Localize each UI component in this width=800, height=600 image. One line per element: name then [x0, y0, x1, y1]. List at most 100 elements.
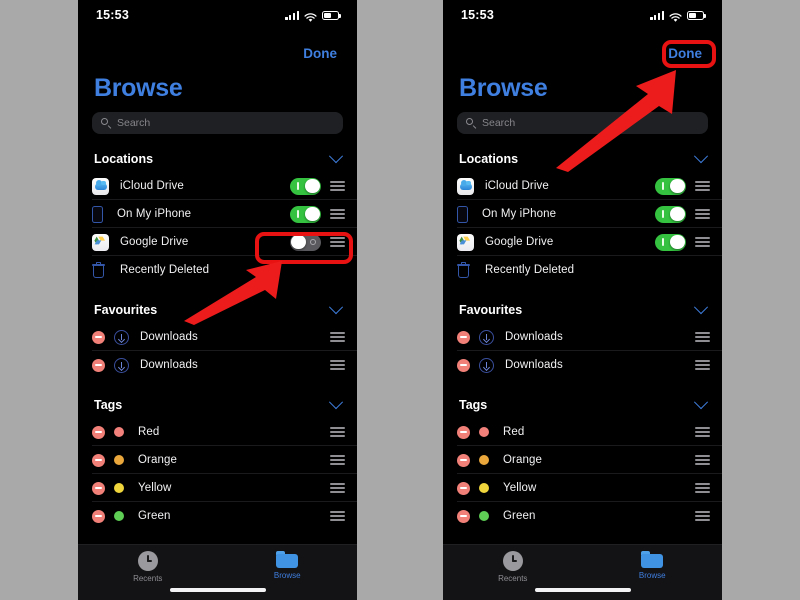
remove-minus-icon[interactable] [92, 481, 105, 495]
reorder-handle-icon[interactable] [695, 455, 710, 465]
on-my-iphone-toggle[interactable] [290, 205, 321, 223]
on-my-iphone-toggle[interactable] [655, 205, 686, 223]
reorder-handle-icon[interactable] [330, 511, 345, 521]
remove-minus-icon[interactable] [457, 481, 470, 495]
section-header-tags[interactable]: Tags [443, 392, 722, 418]
screenshot-stage: 15:53 Done Browse Search Locations iClou… [0, 0, 800, 600]
reorder-handle-icon[interactable] [695, 360, 710, 370]
list-item-on-my-iphone[interactable]: On My iPhone [78, 200, 357, 228]
list-item-downloads[interactable]: Downloads [443, 323, 722, 351]
remove-minus-icon[interactable] [457, 330, 470, 344]
remove-minus-icon[interactable] [92, 330, 105, 344]
list-item-icloud-drive[interactable]: iCloud Drive [443, 172, 722, 200]
remove-minus-icon[interactable] [457, 358, 470, 372]
chevron-down-icon[interactable] [693, 300, 709, 315]
list-item-label: Orange [503, 454, 542, 466]
list-item-tag-yellow[interactable]: Yellow [443, 474, 722, 502]
section-header-locations[interactable]: Locations [78, 146, 357, 172]
list-item-tag-orange[interactable]: Orange [443, 446, 722, 474]
list-item-icloud-drive[interactable]: iCloud Drive [78, 172, 357, 200]
list-item-downloads[interactable]: Downloads [78, 323, 357, 351]
phone-screenshot-left: 15:53 Done Browse Search Locations iClou… [78, 0, 357, 600]
done-button[interactable]: Done [299, 44, 341, 63]
remove-minus-icon[interactable] [92, 358, 105, 372]
list-item-tag-red[interactable]: Red [443, 418, 722, 446]
remove-minus-icon[interactable] [457, 509, 470, 523]
remove-minus-icon[interactable] [92, 453, 105, 467]
list-item-google-drive[interactable]: Google Drive [78, 228, 357, 256]
wifi-icon [304, 10, 317, 22]
reorder-handle-icon[interactable] [695, 332, 710, 342]
reorder-handle-icon[interactable] [695, 237, 710, 247]
status-bar-time: 15:53 [461, 8, 494, 22]
tab-browse[interactable]: Browse [252, 551, 322, 580]
reorder-handle-icon[interactable] [330, 209, 345, 219]
chevron-down-icon[interactable] [693, 149, 709, 164]
download-circle-icon [479, 357, 494, 373]
remove-minus-icon[interactable] [92, 425, 105, 439]
tag-color-dot [479, 455, 489, 465]
reorder-handle-icon[interactable] [330, 332, 345, 342]
list-item-tag-green[interactable]: Green [78, 502, 357, 530]
reorder-handle-icon[interactable] [695, 427, 710, 437]
remove-minus-icon[interactable] [92, 509, 105, 523]
reorder-handle-icon[interactable] [330, 427, 345, 437]
google-drive-toggle[interactable] [290, 233, 321, 251]
download-circle-icon [114, 357, 129, 373]
reorder-handle-icon[interactable] [695, 511, 710, 521]
google-drive-icon [92, 233, 109, 251]
tag-color-dot [114, 511, 124, 521]
reorder-handle-icon[interactable] [330, 455, 345, 465]
ios-files-browse-screen: 15:53 Done Browse Search Locations iClou… [78, 0, 357, 600]
reorder-handle-icon[interactable] [695, 483, 710, 493]
remove-minus-icon[interactable] [457, 425, 470, 439]
clock-icon [502, 551, 523, 571]
icloud-drive-toggle[interactable] [290, 177, 321, 195]
done-button[interactable]: Done [664, 44, 706, 63]
reorder-handle-icon[interactable] [695, 209, 710, 219]
chevron-down-icon[interactable] [693, 395, 709, 410]
reorder-handle-icon[interactable] [330, 237, 345, 247]
chevron-down-icon[interactable] [328, 149, 344, 164]
list-item-recently-deleted[interactable]: Recently Deleted [443, 256, 722, 284]
section-header-locations[interactable]: Locations [443, 146, 722, 172]
section-title-favourites: Favourites [459, 303, 523, 317]
chevron-down-icon[interactable] [328, 395, 344, 410]
list-item-downloads[interactable]: Downloads [78, 351, 357, 379]
list-item-label: Recently Deleted [485, 264, 575, 276]
list-item-recently-deleted[interactable]: Recently Deleted [78, 256, 357, 284]
search-input[interactable]: Search [92, 112, 343, 134]
list-item-tag-red[interactable]: Red [78, 418, 357, 446]
tab-recents[interactable]: Recents [113, 551, 183, 583]
section-header-favourites[interactable]: Favourites [443, 297, 722, 323]
browse-list: Locations iCloud Drive On My iPhone Goog… [78, 146, 357, 544]
list-item-label: On My iPhone [117, 208, 192, 220]
list-item-label: iCloud Drive [120, 180, 184, 192]
icloud-drive-toggle[interactable] [655, 177, 686, 195]
remove-minus-icon[interactable] [457, 453, 470, 467]
section-header-tags[interactable]: Tags [78, 392, 357, 418]
wifi-icon [669, 10, 682, 22]
chevron-down-icon[interactable] [328, 300, 344, 315]
tab-label: Browse [273, 571, 301, 580]
cellular-signal-icon [285, 10, 299, 20]
reorder-handle-icon[interactable] [330, 181, 345, 191]
list-item-on-my-iphone[interactable]: On My iPhone [443, 200, 722, 228]
tab-browse[interactable]: Browse [617, 551, 687, 580]
section-header-favourites[interactable]: Favourites [78, 297, 357, 323]
list-item-google-drive[interactable]: Google Drive [443, 228, 722, 256]
tab-recents[interactable]: Recents [478, 551, 548, 583]
list-item-tag-yellow[interactable]: Yellow [78, 474, 357, 502]
reorder-handle-icon[interactable] [330, 483, 345, 493]
section-title-favourites: Favourites [94, 303, 158, 317]
search-input[interactable]: Search [457, 112, 708, 134]
list-item-downloads[interactable]: Downloads [443, 351, 722, 379]
reorder-handle-icon[interactable] [330, 360, 345, 370]
list-item-tag-orange[interactable]: Orange [78, 446, 357, 474]
google-drive-toggle[interactable] [655, 233, 686, 251]
reorder-handle-icon[interactable] [695, 181, 710, 191]
list-item-tag-green[interactable]: Green [443, 502, 722, 530]
navigation-bar: Done [664, 41, 706, 65]
list-item-label: Green [503, 510, 536, 522]
